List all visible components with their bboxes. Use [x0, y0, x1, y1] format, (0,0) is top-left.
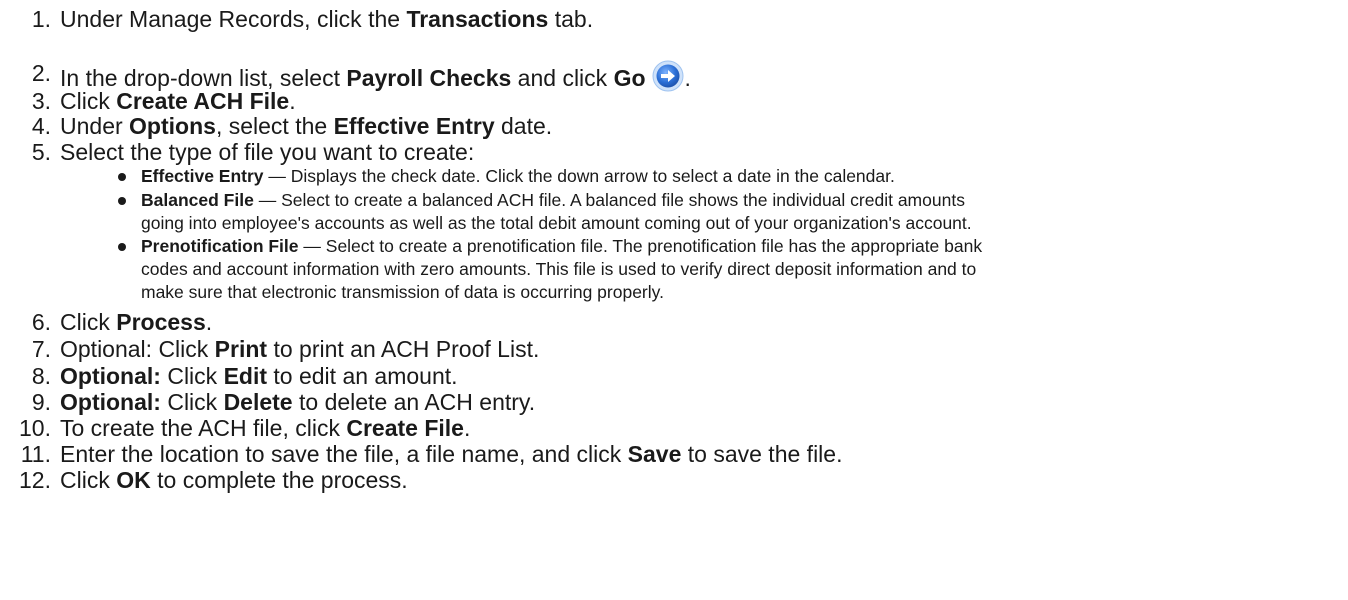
ui-term-effective-entry: Effective Entry — [333, 113, 495, 139]
step-number: 2. — [31, 60, 51, 86]
step-number: 9. — [31, 389, 51, 415]
file-type-term: Effective Entry — [141, 166, 264, 186]
ui-term-create-file: Create File — [346, 415, 464, 441]
step-text: Click OK to complete the process. — [60, 467, 408, 493]
optional-label: Optional: — [60, 389, 161, 415]
file-type-term: Balanced File — [141, 190, 254, 210]
file-type-term: Prenotification File — [141, 236, 299, 256]
step-number: 12. — [19, 467, 51, 493]
ui-term-edit: Edit — [223, 363, 268, 389]
step-text: Click Create ACH File. — [60, 88, 296, 114]
ui-term-transactions: Transactions — [406, 6, 549, 32]
optional-label: Optional: — [60, 363, 161, 389]
step-number: 1. — [31, 6, 51, 32]
step-number: 4. — [31, 113, 51, 139]
ui-term-print: Print — [214, 336, 268, 362]
step-number: 6. — [31, 309, 51, 335]
step-text: Select the type of file you want to crea… — [60, 139, 475, 165]
ui-term-payroll-checks: Payroll Checks — [346, 65, 512, 91]
ui-term-process: Process — [116, 309, 206, 335]
go-arrow-icon — [652, 60, 684, 92]
step-text: Enter the location to save the file, a f… — [60, 441, 843, 467]
bullet-icon — [118, 243, 126, 251]
step-number: 11. — [20, 441, 51, 467]
step-text: Under Options, select the Effective Entr… — [60, 113, 553, 139]
ui-term-go: Go — [613, 65, 646, 91]
step-text: Optional: Click Edit to edit an amount. — [60, 363, 458, 389]
step-text: To create the ACH file, click Create Fil… — [60, 415, 471, 441]
step-number: 5. — [31, 139, 51, 165]
ui-term-create-ach-file: Create ACH File — [116, 88, 290, 114]
ui-term-save: Save — [627, 441, 682, 467]
instructions-document: 1. Under Manage Records, click the Trans… — [0, 0, 1348, 600]
step-text: Optional: Click Delete to delete an ACH … — [60, 389, 536, 415]
bullet-icon — [118, 197, 126, 205]
step-number: 3. — [31, 88, 51, 114]
ui-term-delete: Delete — [223, 389, 293, 415]
step-text: Optional: Click Print to print an ACH Pr… — [60, 336, 540, 362]
ui-term-options: Options — [129, 113, 216, 139]
step-text: Click Process. — [60, 309, 213, 335]
step-text: Under Manage Records, click the Transact… — [60, 6, 594, 32]
step-number: 7. — [31, 336, 51, 362]
bullet-icon — [118, 173, 126, 181]
ui-term-ok: OK — [116, 467, 151, 493]
step-number: 10. — [19, 415, 51, 441]
step-number: 8. — [31, 363, 51, 389]
